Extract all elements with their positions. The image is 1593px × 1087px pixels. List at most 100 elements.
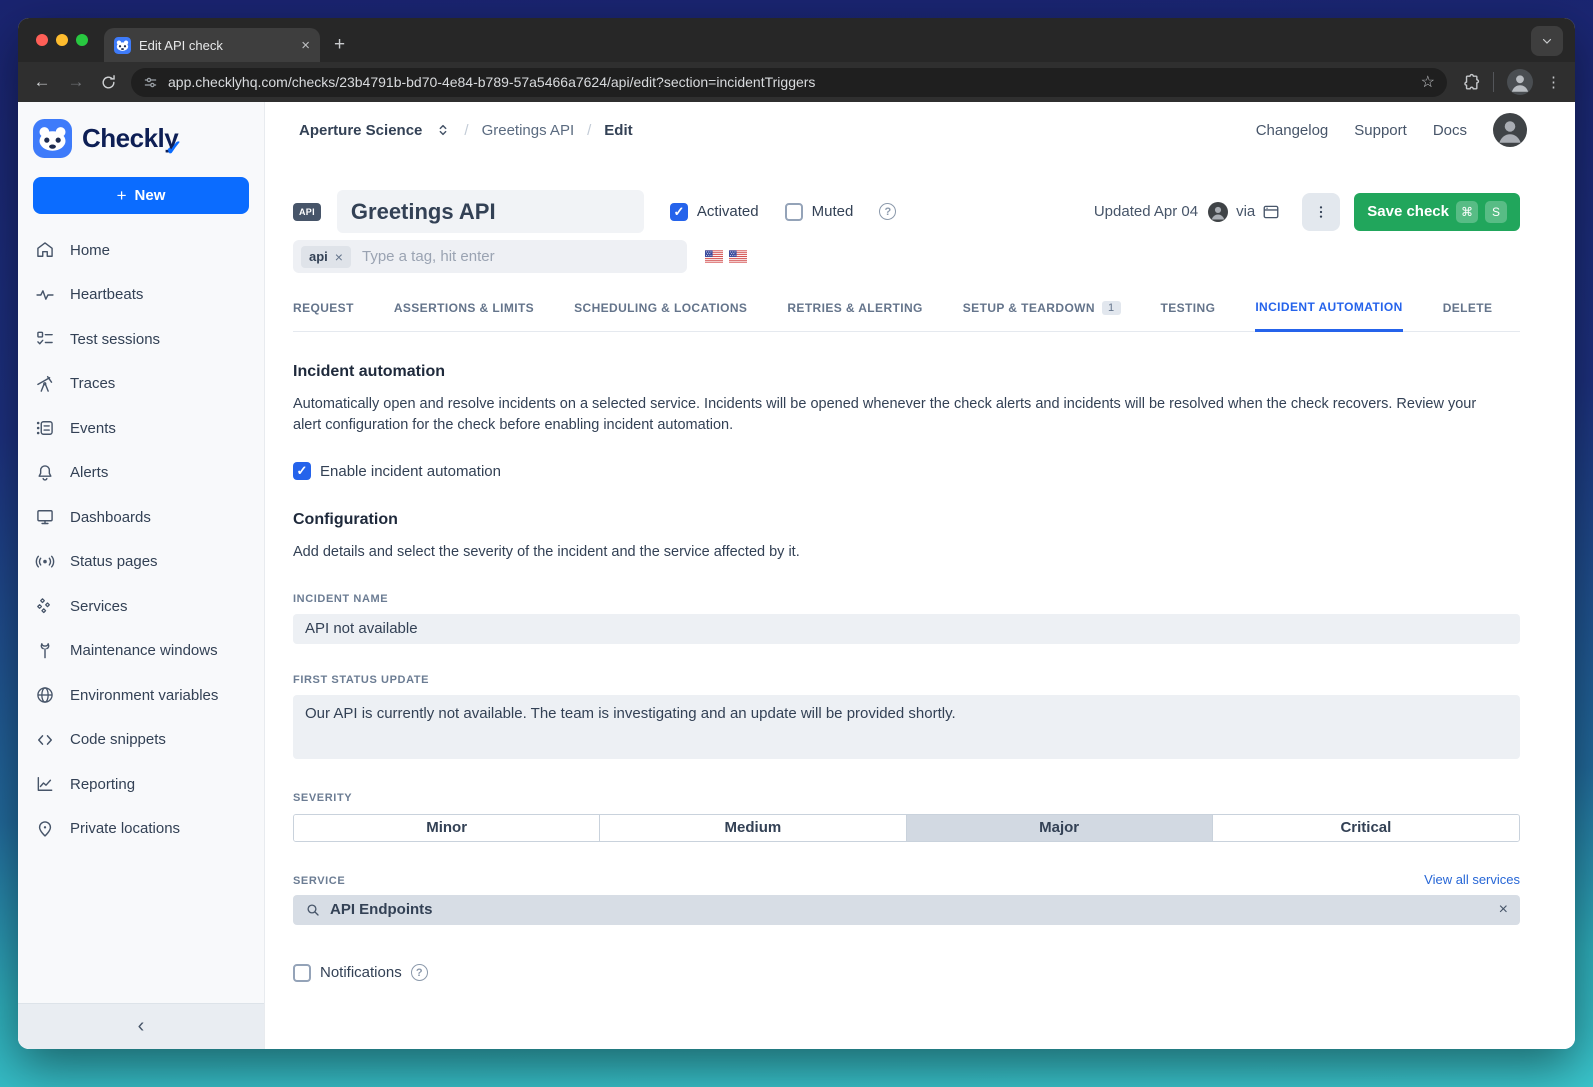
sidebar-item-dashboards[interactable]: Dashboards (18, 495, 264, 540)
minimize-window-button[interactable] (56, 34, 68, 46)
first-status-update-label: FIRST STATUS UPDATE (293, 674, 1520, 686)
browser-tab[interactable]: Edit API check × (104, 28, 320, 62)
breadcrumb-check-link[interactable]: Greetings API (482, 122, 575, 139)
tab-setup-teardown[interactable]: SETUP & TEARDOWN 1 (963, 300, 1121, 331)
sidebar-item-reporting[interactable]: Reporting (18, 762, 264, 807)
view-all-services-link[interactable]: View all services (1424, 872, 1520, 887)
close-window-button[interactable] (36, 34, 48, 46)
window-controls (36, 34, 88, 46)
more-options-button[interactable] (1302, 193, 1340, 231)
tag-row: api × Type a tag, hit enter (293, 240, 1520, 273)
support-link[interactable]: Support (1354, 122, 1407, 139)
clear-service-icon[interactable]: × (1499, 901, 1508, 919)
extensions-icon[interactable] (1461, 73, 1480, 92)
activated-checkbox[interactable] (670, 203, 688, 221)
sidebar-item-code-snippets[interactable]: Code snippets (18, 718, 264, 763)
check-name-input[interactable] (337, 190, 644, 233)
account-switcher[interactable]: Aperture Science (299, 122, 422, 139)
sidebar-item-services[interactable]: Services (18, 584, 264, 629)
first-status-update-textarea[interactable]: Our API is currently not available. The … (293, 695, 1520, 759)
browser-profile-avatar[interactable] (1507, 69, 1533, 95)
back-button[interactable]: ← (32, 72, 52, 92)
muted-checkbox[interactable] (785, 203, 803, 221)
tab-scheduling-locations[interactable]: SCHEDULING & LOCATIONS (574, 300, 747, 331)
location-pin-icon (35, 819, 55, 839)
tab-close-icon[interactable]: × (301, 38, 310, 53)
checkly-favicon (114, 37, 131, 54)
site-info-icon[interactable] (143, 75, 158, 90)
docs-link[interactable]: Docs (1433, 122, 1467, 139)
notifications-help-icon[interactable]: ? (411, 964, 428, 981)
browser-menu-button[interactable]: ⋮ (1546, 73, 1561, 91)
bookmark-icon[interactable]: ☆ (1421, 72, 1435, 92)
url-field[interactable]: app.checklyhq.com/checks/23b4791b-bd70-4… (131, 68, 1447, 97)
changelog-link[interactable]: Changelog (1256, 122, 1329, 139)
collapse-sidebar-button[interactable]: ‹ (138, 1015, 145, 1038)
search-icon (305, 902, 321, 918)
tab-request[interactable]: REQUEST (293, 300, 354, 331)
muted-checkbox-row[interactable]: Muted (785, 203, 854, 221)
service-select[interactable]: API Endpoints × (293, 895, 1520, 925)
maximize-window-button[interactable] (76, 34, 88, 46)
severity-option-critical[interactable]: Critical (1213, 815, 1519, 841)
configuration-description: Add details and select the severity of t… (293, 542, 1508, 563)
globe-icon (35, 685, 55, 705)
new-tab-button[interactable]: + (334, 34, 345, 56)
reload-button[interactable] (100, 74, 117, 91)
tab-testing[interactable]: TESTING (1161, 300, 1216, 331)
severity-option-major[interactable]: Major (907, 815, 1213, 841)
check-editor: API Activated Muted ? (265, 158, 1575, 1049)
header-links: Changelog Support Docs (1256, 113, 1527, 147)
notifications-checkbox[interactable] (293, 964, 311, 982)
sidebar-item-environment-variables[interactable]: Environment variables (18, 673, 264, 718)
save-check-button[interactable]: Save check ⌘ S (1354, 193, 1520, 231)
tab-search-button[interactable] (1531, 26, 1563, 56)
sidebar-item-private-locations[interactable]: Private locations (18, 807, 264, 852)
sidebar-item-status-pages[interactable]: Status pages (18, 540, 264, 585)
s-key-badge: S (1485, 201, 1507, 223)
section-title-incident-automation: Incident automation (293, 363, 1520, 381)
severity-option-medium[interactable]: Medium (600, 815, 906, 841)
tab-delete[interactable]: DELETE (1443, 300, 1493, 331)
forward-button[interactable]: → (66, 72, 86, 92)
sidebar-item-traces[interactable]: Traces (18, 362, 264, 407)
sidebar-item-maintenance-windows[interactable]: Maintenance windows (18, 629, 264, 674)
account-switch-icon[interactable] (435, 122, 451, 138)
checkly-logo[interactable]: Checkly✓ (18, 102, 264, 171)
sidebar-item-events[interactable]: Events (18, 406, 264, 451)
severity-option-minor[interactable]: Minor (294, 815, 600, 841)
updated-timestamp: Updated Apr 04 (1094, 203, 1198, 220)
sidebar-item-test-sessions[interactable]: Test sessions (18, 317, 264, 362)
check-title-row: API Activated Muted ? (293, 190, 1520, 233)
tab-retries-alerting[interactable]: RETRIES & ALERTING (787, 300, 922, 331)
sidebar-item-alerts[interactable]: Alerts (18, 451, 264, 496)
breadcrumb-current-page: Edit (604, 122, 632, 139)
new-button[interactable]: + New (33, 177, 249, 214)
tag-input[interactable]: api × Type a tag, hit enter (293, 240, 687, 273)
us-flag-icon (705, 250, 723, 263)
help-icon[interactable]: ? (879, 203, 896, 220)
tab-incident-automation[interactable]: INCIDENT AUTOMATION (1255, 300, 1402, 332)
code-icon (35, 730, 55, 750)
broadcast-icon (35, 552, 55, 572)
user-avatar[interactable] (1493, 113, 1527, 147)
service-label: SERVICE (293, 875, 345, 887)
activated-checkbox-row[interactable]: Activated (670, 203, 759, 221)
app-header: Aperture Science / Greetings API / Edit … (265, 102, 1575, 158)
remove-tag-icon[interactable]: × (335, 249, 343, 265)
sidebar-item-heartbeats[interactable]: Heartbeats (18, 273, 264, 318)
check-type-badge: API (293, 203, 321, 221)
setup-teardown-count-badge: 1 (1102, 301, 1121, 315)
enable-incident-automation-row[interactable]: Enable incident automation (293, 462, 1520, 480)
section-title-configuration: Configuration (293, 511, 1520, 529)
services-icon (35, 596, 55, 616)
enable-incident-automation-checkbox[interactable] (293, 462, 311, 480)
url-text[interactable]: app.checklyhq.com/checks/23b4791b-bd70-4… (168, 74, 1411, 90)
incident-name-input[interactable] (293, 614, 1520, 644)
kebab-icon (1313, 204, 1329, 220)
incident-description: Automatically open and resolve incidents… (293, 394, 1508, 435)
notifications-row[interactable]: Notifications ? (293, 964, 1520, 982)
tab-assertions-limits[interactable]: ASSERTIONS & LIMITS (394, 300, 534, 331)
sidebar-item-home[interactable]: Home (18, 228, 264, 273)
checkly-wordmark: Checkly✓ (82, 123, 178, 154)
